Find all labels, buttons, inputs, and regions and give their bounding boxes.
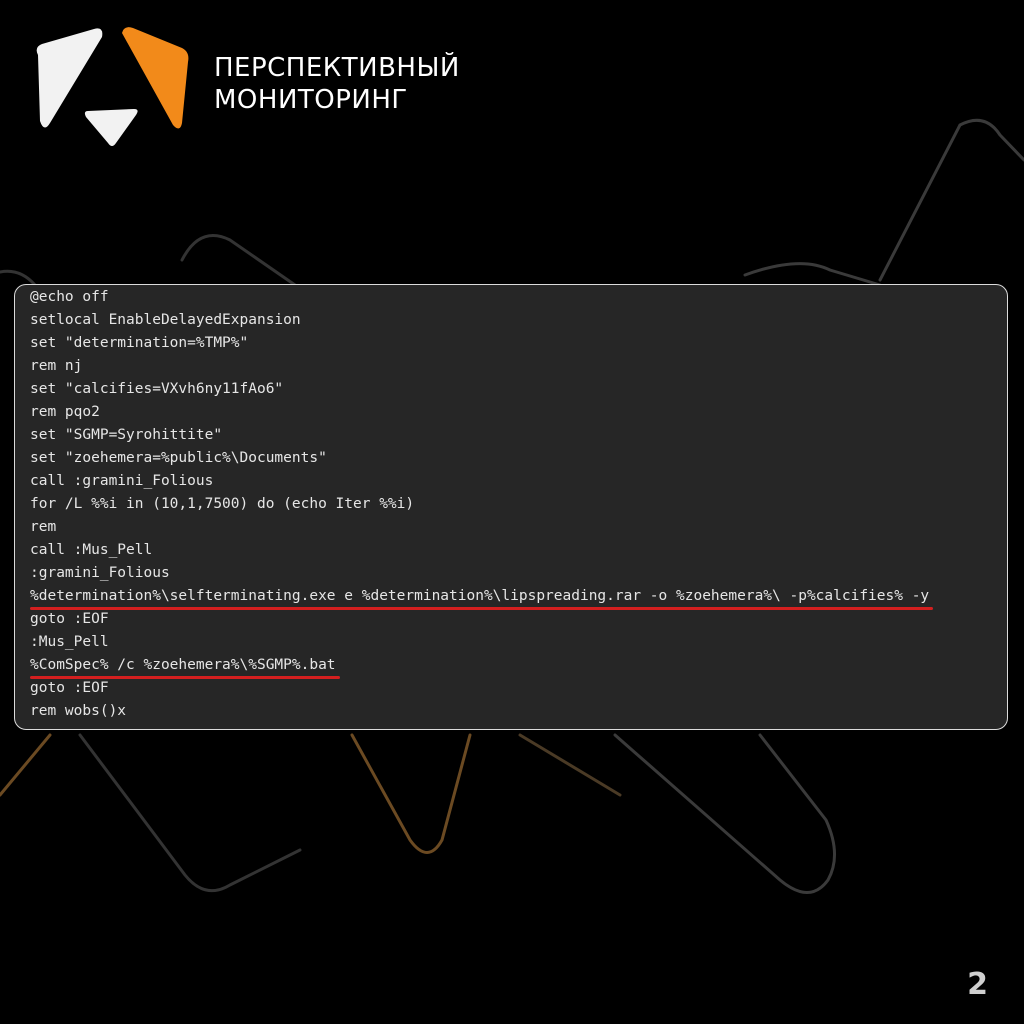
code-line: set "determination=%TMP%" xyxy=(30,335,249,351)
code-line: @echo off xyxy=(30,289,109,305)
logo-small-triangle xyxy=(84,109,138,146)
code-line: :Mus_Pell xyxy=(30,634,109,650)
brand-line-2: МОНИТОРИНГ xyxy=(214,85,408,115)
triangles-logo-icon xyxy=(36,27,189,146)
code-line: call :Mus_Pell xyxy=(30,542,153,558)
code-listing: @echo off setlocal EnableDelayedExpansion… xyxy=(30,286,934,723)
code-line: rem nj xyxy=(30,358,83,374)
bg-triangle-orange-2 xyxy=(0,733,52,797)
code-line: rem pqo2 xyxy=(30,404,100,420)
code-line: call :gramini_Folious xyxy=(30,473,214,489)
bg-triangle-orange-1 xyxy=(350,733,472,854)
bg-triangle-grey-2 xyxy=(743,262,882,287)
highlighted-code-line: %ComSpec% /c %zoehemera%\%SGMP%.bat xyxy=(30,654,929,679)
brand-line-1: ПЕРСПЕКТИВНЫЙ xyxy=(214,53,460,83)
code-line: goto :EOF xyxy=(30,611,109,627)
bg-triangle-grey-4 xyxy=(180,234,297,287)
code-line: set "zoehemera=%public%\Documents" xyxy=(30,450,327,466)
code-line: for /L %%i in (10,1,7500) do (echo Iter … xyxy=(30,496,415,512)
code-line: set "calcifies=VXvh6ny11fAo6" xyxy=(30,381,284,397)
page-number: 2 xyxy=(967,967,988,1002)
code-line: rem xyxy=(30,519,57,535)
highlighted-code-line: %determination%\selfterminating.exe e %d… xyxy=(30,585,934,610)
bg-triangle-grey-1 xyxy=(878,118,1024,282)
brand-name: ПЕРСПЕКТИВНЫЙ МОНИТОРИНГ xyxy=(214,52,460,116)
bg-triangle-grey-5 xyxy=(0,269,37,287)
code-line: :gramini_Folious xyxy=(30,565,170,581)
code-line: setlocal EnableDelayedExpansion xyxy=(30,312,301,328)
bg-triangle-orange-3 xyxy=(518,733,622,797)
bg-triangle-grey-6 xyxy=(78,733,302,893)
code-line: rem wobs()x xyxy=(30,703,127,719)
code-panel: @echo off setlocal EnableDelayedExpansion… xyxy=(14,284,1008,730)
slide: ПЕРСПЕКТИВНЫЙ МОНИТОРИНГ @echo off setloc… xyxy=(0,0,1024,1024)
bg-triangle-grey-3 xyxy=(613,733,837,894)
code-line: goto :EOF xyxy=(30,680,109,696)
code-line: set "SGMP=Syrohittite" xyxy=(30,427,223,443)
